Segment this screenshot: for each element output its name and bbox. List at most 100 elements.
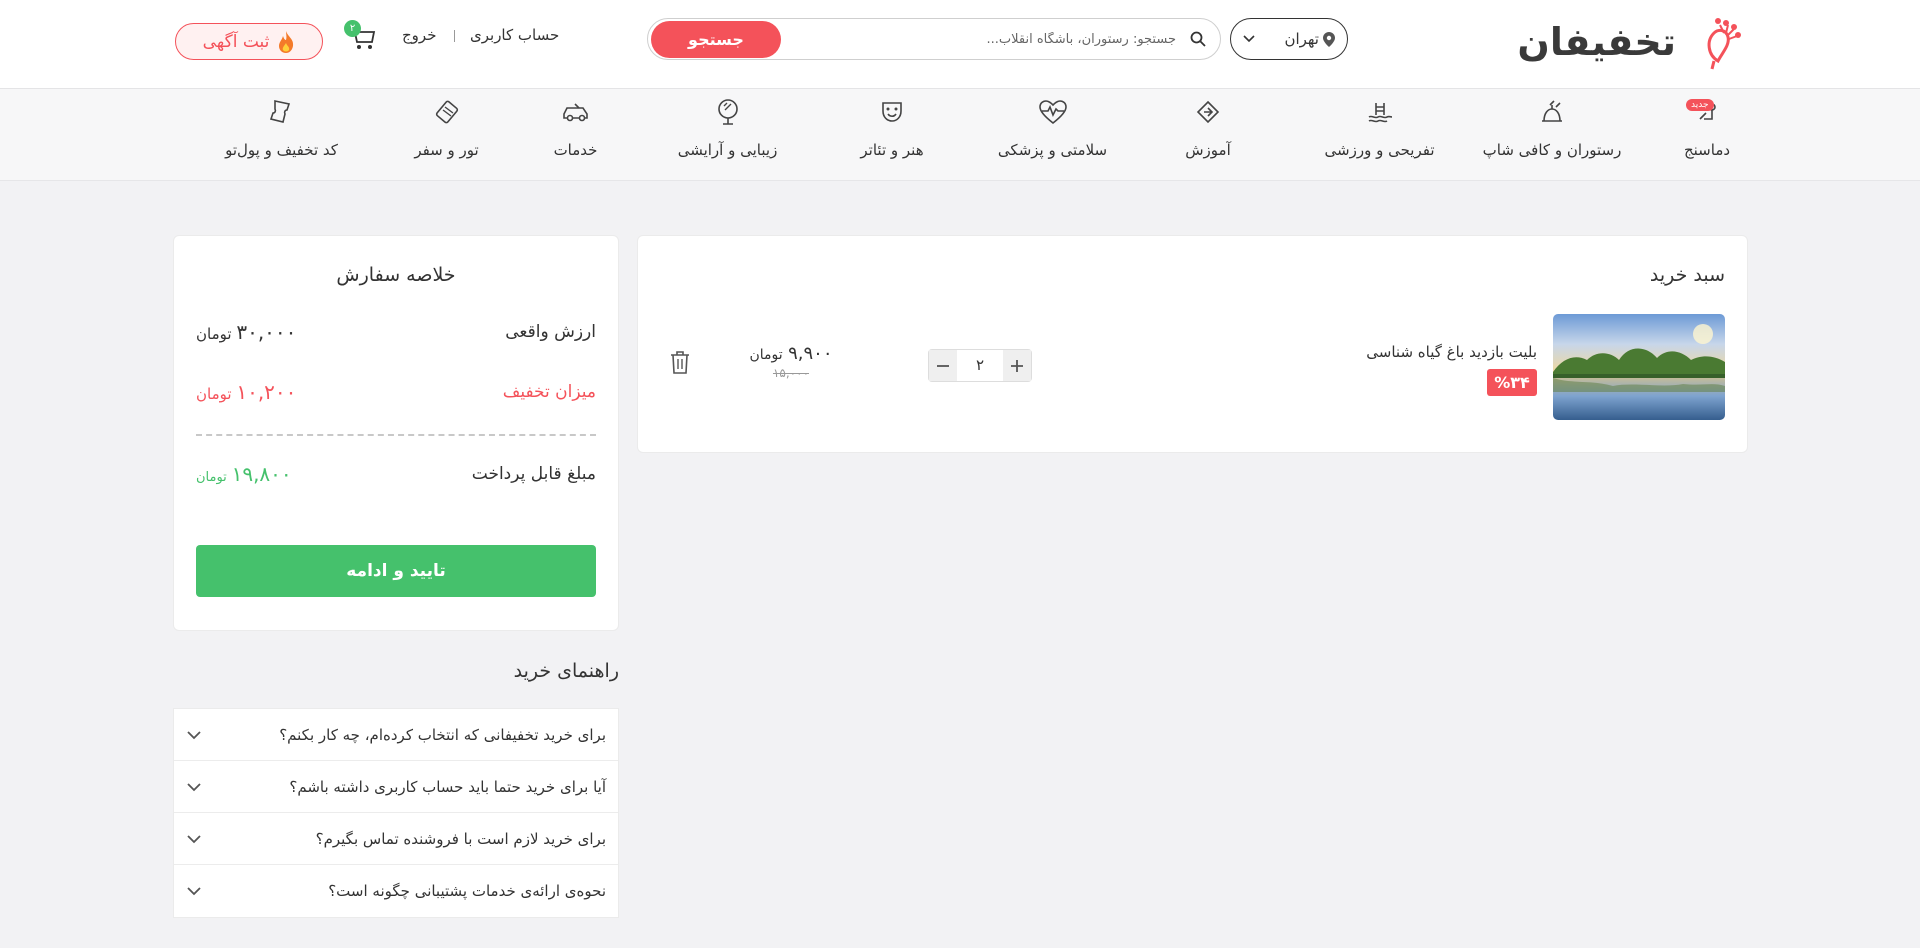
- header-separator: [454, 30, 455, 42]
- category-item-services[interactable]: خدمات: [548, 89, 603, 181]
- luggage-icon: [432, 97, 462, 127]
- fire-icon: [279, 30, 294, 53]
- chevron-down-icon: [187, 834, 201, 843]
- location-pin-icon: [1323, 31, 1335, 47]
- quantity-value[interactable]: ۲: [957, 350, 1003, 381]
- category-label: کد تخفیف و پول‌تو: [225, 141, 338, 159]
- increase-quantity-button[interactable]: [1003, 350, 1031, 381]
- category-item-sport[interactable]: تفریحی و ورزشی: [1317, 89, 1442, 181]
- city-name: تهران: [1284, 30, 1319, 48]
- cart-count-badge: ۲: [344, 20, 361, 37]
- minus-icon: [937, 364, 949, 367]
- faq-question: برای خرید لازم است با فروشنده تماس بگیرم…: [315, 829, 606, 848]
- category-label: آموزش: [1185, 141, 1231, 159]
- discount-amount: ۱۰,۲۰۰: [236, 380, 297, 404]
- car-service-icon: [561, 97, 591, 127]
- real-value: ۳۰,۰۰۰ تومان: [196, 320, 296, 344]
- quantity-stepper: ۲: [928, 349, 1032, 382]
- category-item-theater[interactable]: هنر و تئاتر: [856, 89, 928, 181]
- category-item-coupon[interactable]: کد تخفیف و پول‌تو: [219, 89, 344, 181]
- delete-item-button[interactable]: [668, 349, 692, 375]
- decrease-quantity-button[interactable]: [929, 350, 957, 381]
- faq-question: آیا برای خرید حتما باید حساب کاربری داشت…: [289, 777, 606, 796]
- product-name[interactable]: بلیت بازدید باغ گیاه شناسی: [1366, 343, 1537, 361]
- old-price: ۱۵,۰۰۰: [772, 366, 810, 380]
- peacock-logo-icon: [1707, 18, 1741, 70]
- site-logo[interactable]: تخفیفان: [1517, 10, 1744, 74]
- heartbeat-icon: [1038, 97, 1068, 127]
- currency-unit: تومان: [196, 470, 227, 485]
- search-icon: [1190, 31, 1206, 47]
- cart-panel: سبد خرید بلیت بازدید باغ گیاه شناسی %۳۴ …: [637, 235, 1748, 453]
- price-unit: تومان: [749, 347, 783, 363]
- chevron-down-icon: [187, 730, 201, 739]
- chevron-down-icon: [187, 782, 201, 791]
- purchase-guide-faq: برای خرید تخفیفانی که انتخاب کرده‌ام، چه…: [173, 708, 619, 918]
- category-item-restaurant[interactable]: رستوران و کافی شاپ: [1477, 89, 1627, 181]
- faq-item[interactable]: برای خرید لازم است با فروشنده تماس بگیرم…: [174, 813, 618, 865]
- confirm-continue-button[interactable]: تایید و ادامه: [196, 545, 596, 597]
- discount-badge: %۳۴: [1487, 369, 1537, 396]
- purchase-guide-title: راهنمای خرید: [513, 660, 619, 682]
- discount-value: ۱۰,۲۰۰ تومان: [196, 380, 296, 404]
- city-select[interactable]: تهران: [1230, 18, 1348, 60]
- summary-title: خلاصه سفارش: [336, 264, 456, 286]
- category-label: تور و سفر: [414, 141, 479, 159]
- faq-question: برای خرید تخفیفانی که انتخاب کرده‌ام، چه…: [279, 725, 606, 744]
- cart-button[interactable]: ۲: [344, 20, 378, 52]
- real-value-amount: ۳۰,۰۰۰: [236, 320, 297, 344]
- real-value-label: ارزش واقعی: [505, 322, 596, 342]
- theater-masks-icon: [877, 97, 907, 127]
- faq-item[interactable]: نحوه‌ی ارائه‌ی خدمات پشتیبانی چگونه است؟: [174, 865, 618, 917]
- discount-label: میزان تخفیف: [502, 382, 596, 402]
- mirror-icon: [713, 97, 743, 127]
- education-icon: [1193, 97, 1223, 127]
- logo-text: تخفیفان: [1517, 20, 1677, 64]
- thermometer-hand-icon: جدید: [1686, 97, 1722, 127]
- category-label: زیبایی و آرایشی: [677, 141, 778, 159]
- search-button[interactable]: جستجو: [651, 21, 781, 58]
- category-item-damasanj[interactable]: جدید دماسنج: [1667, 89, 1747, 181]
- plus-icon: [1011, 359, 1023, 372]
- site-header: تخفیفان تهران جستجو حساب کاربری خروج ۲ ث…: [0, 0, 1920, 89]
- real-value-row: ارزش واقعی ۳۰,۰۰۰ تومان: [196, 320, 596, 344]
- payable-label: مبلغ قابل پرداخت: [471, 464, 596, 484]
- current-price: ۹,۹۰۰ تومان: [736, 343, 846, 364]
- pool-icon: [1365, 97, 1395, 127]
- category-item-tour[interactable]: تور و سفر: [409, 89, 484, 181]
- cart-title: سبد خرید: [1649, 264, 1725, 286]
- logout-link[interactable]: خروج: [402, 26, 436, 44]
- category-label: خدمات: [553, 141, 598, 159]
- faq-item[interactable]: آیا برای خرید حتما باید حساب کاربری داشت…: [174, 761, 618, 813]
- account-link[interactable]: حساب کاربری: [470, 26, 559, 44]
- discount-row: میزان تخفیف ۱۰,۲۰۰ تومان: [196, 380, 596, 404]
- category-nav: جدید دماسنج رستوران و کافی شاپ تفریحی و …: [0, 89, 1920, 181]
- trash-icon: [671, 351, 689, 374]
- category-item-beauty[interactable]: زیبایی و آرایشی: [675, 89, 780, 181]
- city-value-wrap: تهران: [1284, 30, 1335, 48]
- payable-amount: ۱۹,۸۰۰: [231, 462, 292, 486]
- chevron-down-icon: [1243, 35, 1255, 43]
- category-label: هنر و تئاتر: [860, 141, 924, 159]
- category-label: رستوران و کافی شاپ: [1482, 141, 1622, 159]
- summary-divider: [196, 434, 596, 436]
- order-summary-panel: خلاصه سفارش ارزش واقعی ۳۰,۰۰۰ تومان میزا…: [173, 235, 619, 631]
- category-label: تفریحی و ورزشی: [1324, 141, 1435, 159]
- restaurant-icon: [1537, 97, 1567, 127]
- category-item-education[interactable]: آموزش: [1178, 89, 1238, 181]
- chevron-down-icon: [187, 887, 201, 896]
- price-value: ۹,۹۰۰: [788, 343, 833, 364]
- product-image[interactable]: [1553, 314, 1725, 420]
- currency-unit: تومان: [196, 325, 232, 343]
- coupon-ticket-icon: [267, 97, 297, 127]
- faq-question: نحوه‌ی ارائه‌ی خدمات پشتیبانی چگونه است؟: [328, 882, 606, 900]
- currency-unit: تومان: [196, 385, 232, 403]
- new-badge: جدید: [1686, 99, 1714, 111]
- post-ad-label: ثبت آگهی: [202, 31, 270, 52]
- payable-row: مبلغ قابل پرداخت ۱۹,۸۰۰ تومان: [196, 462, 596, 486]
- faq-item[interactable]: برای خرید تخفیفانی که انتخاب کرده‌ام، چه…: [174, 709, 618, 761]
- post-ad-button[interactable]: ثبت آگهی: [175, 23, 323, 60]
- search-input[interactable]: [776, 19, 1176, 59]
- category-item-health[interactable]: سلامتی و پزشکی: [995, 89, 1110, 181]
- payable-value: ۱۹,۸۰۰ تومان: [196, 462, 292, 486]
